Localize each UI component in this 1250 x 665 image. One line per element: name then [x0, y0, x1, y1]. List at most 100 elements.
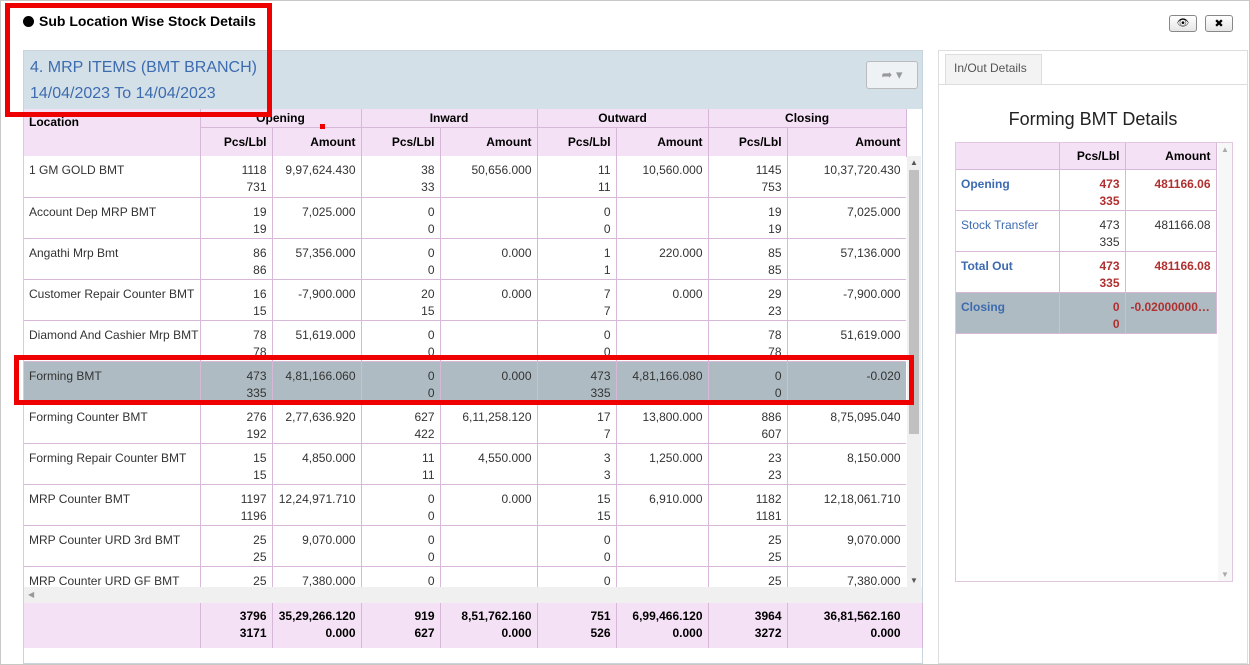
column-header-inward-pcs[interactable]: Pcs/Lbl: [361, 127, 441, 157]
side-row-label: Stock Transfer: [956, 210, 1060, 252]
outward-pcs-cell: 77: [537, 279, 617, 321]
inward-pcs-cell-value: 0: [427, 221, 435, 236]
table-row[interactable]: MRP Counter URD 3rd BMT 25 25 9,070.000 0 0 0 0…: [24, 525, 906, 567]
stock-details-dialog: Sub Location Wise Stock Details 👁 ✖ 4. M…: [0, 0, 1250, 665]
opening-pcs-cell: 15 15: [200, 443, 273, 485]
group-header-opening: Opening: [200, 109, 362, 128]
group-header-inward: Inward: [361, 109, 538, 128]
closing-amount-cell: 10,37,720.430: [787, 156, 906, 198]
outward-pcs-cell-value: 7: [603, 286, 611, 301]
stock-panel: 4. MRP ITEMS (BMT BRANCH) 14/04/2023 To …: [23, 50, 923, 664]
vertical-scrollbar[interactable]: ▲ ▼: [907, 156, 921, 587]
inward-pcs-cell: 0: [361, 566, 441, 587]
inward-amount-cell: [440, 320, 538, 362]
column-header-closing-pcs[interactable]: Pcs/Lbl: [708, 127, 788, 157]
closing-amount-cell: 51,619.000: [787, 320, 906, 362]
column-header-inward-amount[interactable]: Amount: [440, 127, 538, 157]
side-row-pcs-value: 0: [1112, 299, 1120, 314]
column-header-outward-amount[interactable]: Amount: [616, 127, 709, 157]
opening-pcs-cell-value: 86: [253, 262, 267, 277]
inward-pcs-cell-value: 33: [421, 180, 435, 194]
table-row[interactable]: Forming Repair Counter BMT 15 15 4,850.000 1…: [24, 443, 906, 485]
side-row-pcs: 00: [1059, 292, 1126, 334]
column-header-outward-pcs[interactable]: Pcs/Lbl: [537, 127, 617, 157]
table-row[interactable]: Forming Counter BMT 276 192 2,77,636.920 627…: [24, 402, 906, 444]
closing-pcs-cell-value: 25: [768, 532, 782, 547]
inward-amount-cell: 0.000: [440, 238, 538, 280]
closing-amount-cell-value: 7,380.000: [847, 573, 901, 588]
opening-pcs-cell-value: 78: [253, 344, 267, 359]
opening-pcs-cell-value: 1197: [240, 491, 267, 506]
outward-pcs-cell-value: 0: [603, 204, 611, 219]
closing-pcs-cell-value: 29: [768, 286, 782, 301]
scroll-up-icon[interactable]: ▲: [910, 158, 918, 167]
closing-pcs-cell-value: 886: [761, 409, 782, 424]
inward-pcs-cell-value: 0: [427, 532, 435, 547]
outward-pcs-cell: 0: [537, 566, 617, 587]
column-header-closing-amount[interactable]: Amount: [787, 127, 907, 157]
table-row[interactable]: MRP Counter BMT 1197 1196 12,24,971.710 0 0 0.…: [24, 484, 906, 526]
opening-pcs-cell: 25 25: [200, 525, 273, 567]
inward-amount-cell: 0.000: [440, 484, 538, 526]
side-row-label: Opening: [956, 169, 1060, 211]
tab-in-out-details[interactable]: In/Out Details: [945, 54, 1042, 85]
table-row[interactable]: 1 GM GOLD BMT 1118 731 9,97,624.430 38 33 50,6…: [24, 156, 906, 198]
column-header-opening-amount[interactable]: Amount: [272, 127, 362, 157]
closing-pcs-cell-value: 19: [768, 221, 782, 236]
side-scroll-down-icon[interactable]: ▼: [1221, 570, 1229, 579]
side-scroll-up-icon[interactable]: ▲: [1221, 145, 1229, 154]
outward-pcs-cell-value: 473: [590, 368, 611, 383]
side-scrollbar[interactable]: ▲ ▼: [1218, 143, 1232, 581]
panel-header: 4. MRP ITEMS (BMT BRANCH) 14/04/2023 To …: [24, 51, 922, 109]
outward-amount-cell: 4,81,166.080: [616, 361, 709, 403]
location-cell-value: Angathi Mrp Bmt: [29, 245, 119, 260]
closing-amount-cell: -0.020: [787, 361, 906, 403]
inward-pcs-cell-value: 0: [427, 245, 435, 260]
outward-pcs-cell: 00: [537, 320, 617, 362]
side-row: Closing 0 0 -0.020000000000: [956, 292, 1217, 334]
inward-amount-cell-value: 4,550.000: [478, 450, 532, 465]
closing-amount-cell: 12,18,061.710: [787, 484, 906, 526]
column-header-opening-pcs[interactable]: Pcs/Lbl: [200, 127, 273, 157]
table-row[interactable]: Diamond And Cashier Mrp BMT 78 78 51,619.00…: [24, 320, 906, 362]
opening-pcs-cell-value: 25: [253, 573, 267, 588]
column-header-location[interactable]: Location: [24, 109, 201, 157]
outward-pcs-cell-value: 15: [597, 508, 611, 523]
closing-pcs-cell-value: 78: [768, 344, 782, 359]
closing-pcs-cell: 25: [708, 566, 788, 588]
table-row[interactable]: Customer Repair Counter BMT 16 15 -7,900.00…: [24, 279, 906, 321]
location-cell-value: Forming BMT: [29, 368, 102, 383]
table-row[interactable]: Angathi Mrp Bmt 86 86 57,356.000 0 0 0.000 1 1 22…: [24, 238, 906, 280]
scroll-left-icon[interactable]: ◀: [28, 590, 34, 599]
opening-amount-cell: 51,619.000: [272, 320, 362, 362]
share-button[interactable]: ➦ ▾: [866, 61, 918, 89]
table-row[interactable]: MRP Counter URD GF BMT 25 7,380.000 0 0 25 7,3…: [24, 566, 906, 587]
closing-amount-cell: 8,150.000: [787, 443, 906, 485]
opening-pcs-cell-value: 25: [253, 549, 267, 564]
inward-pcs-cell: 00: [361, 197, 441, 239]
inward-amount-cell: [440, 566, 538, 587]
side-row-pcs-value: 0: [1112, 316, 1120, 331]
opening-pcs-cell-value: 473: [246, 368, 267, 383]
scroll-down-icon[interactable]: ▼: [910, 576, 918, 585]
group-header-outward: Outward: [537, 109, 709, 128]
panel-title: 4. MRP ITEMS (BMT BRANCH): [30, 59, 257, 76]
outward-pcs-cell: 33: [537, 443, 617, 485]
table-row[interactable]: Account Dep MRP BMT 19 19 7,025.000 0 0 0 0 19 19…: [24, 197, 906, 239]
close-button[interactable]: ✖: [1205, 15, 1233, 32]
horizontal-scrollbar[interactable]: ◀: [24, 587, 922, 603]
eye-slash-icon[interactable]: 👁: [1169, 15, 1197, 32]
inward-pcs-cell-value: 20: [421, 286, 435, 301]
outward-pcs-cell-value: 335: [590, 385, 611, 400]
scroll-thumb[interactable]: [909, 170, 919, 434]
closing-pcs-cell-value: 25: [768, 573, 782, 588]
opening-pcs-cell-value: 731: [246, 180, 267, 194]
opening-pcs-cell-value: 19: [253, 221, 267, 236]
inward-pcs-cell: 00: [361, 238, 441, 280]
inward-amount-cell: 0.000: [440, 361, 538, 403]
inward-amount-cell: 50,656.000: [440, 156, 538, 198]
inward-amount-cell-value: 0.000: [501, 286, 532, 301]
table-row[interactable]: Forming BMT 473 335 4,81,166.060 0 0 0.000 473 3…: [24, 361, 906, 403]
grid-totals: 3796 3171 35,29,266.120 0.000 919 627 8,51,…: [24, 603, 923, 648]
opening-pcs-cell-value: 86: [253, 245, 267, 260]
